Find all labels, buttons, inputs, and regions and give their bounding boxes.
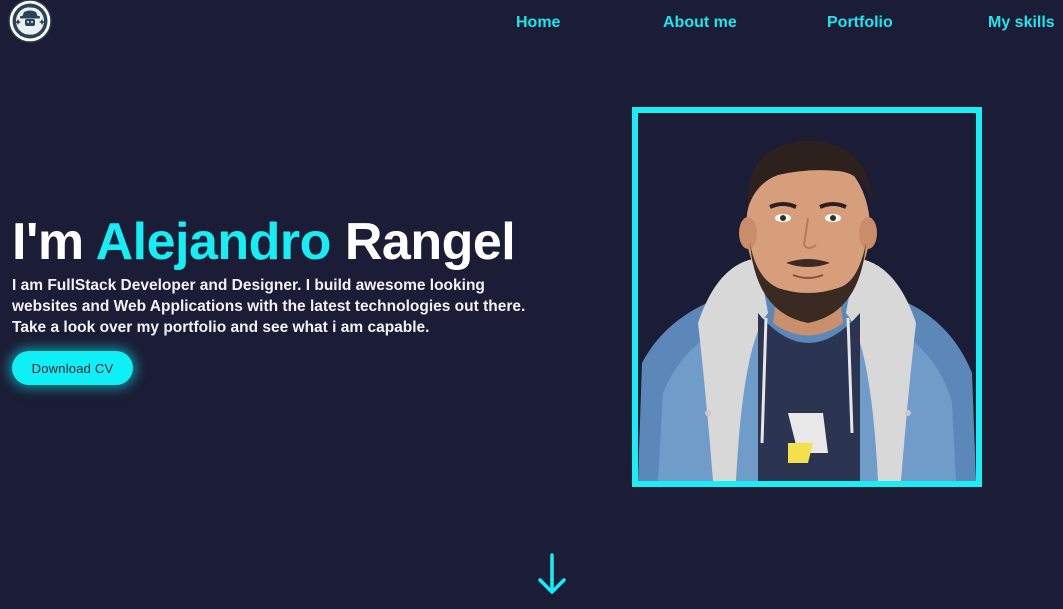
nav-skills-link[interactable]: My skills: [988, 14, 1055, 32]
logo-text-top: Get Louis: [21, 4, 40, 9]
page: Get Louis Web Solutions Home About me Po…: [0, 0, 1063, 609]
hero-title: I'm Alejandro Rangel: [12, 210, 516, 274]
hero-description: I am FullStack Developer and Designer. I…: [12, 277, 526, 336]
download-cv-button[interactable]: Download CV: [12, 351, 133, 385]
hero-title-prefix: I'm: [12, 213, 96, 271]
portrait-frame: [632, 107, 982, 487]
main-nav: Home About me Portfolio My skills: [0, 14, 1063, 38]
arrow-down-icon[interactable]: [536, 553, 568, 597]
nav-home-link[interactable]: Home: [516, 14, 560, 32]
hero-title-suffix: Rangel: [330, 213, 516, 271]
nav-portfolio-link[interactable]: Portfolio: [827, 14, 893, 32]
hero-title-name: Alejandro: [95, 213, 332, 271]
nav-about-link[interactable]: About me: [663, 14, 737, 32]
portrait-photo: [638, 113, 976, 481]
